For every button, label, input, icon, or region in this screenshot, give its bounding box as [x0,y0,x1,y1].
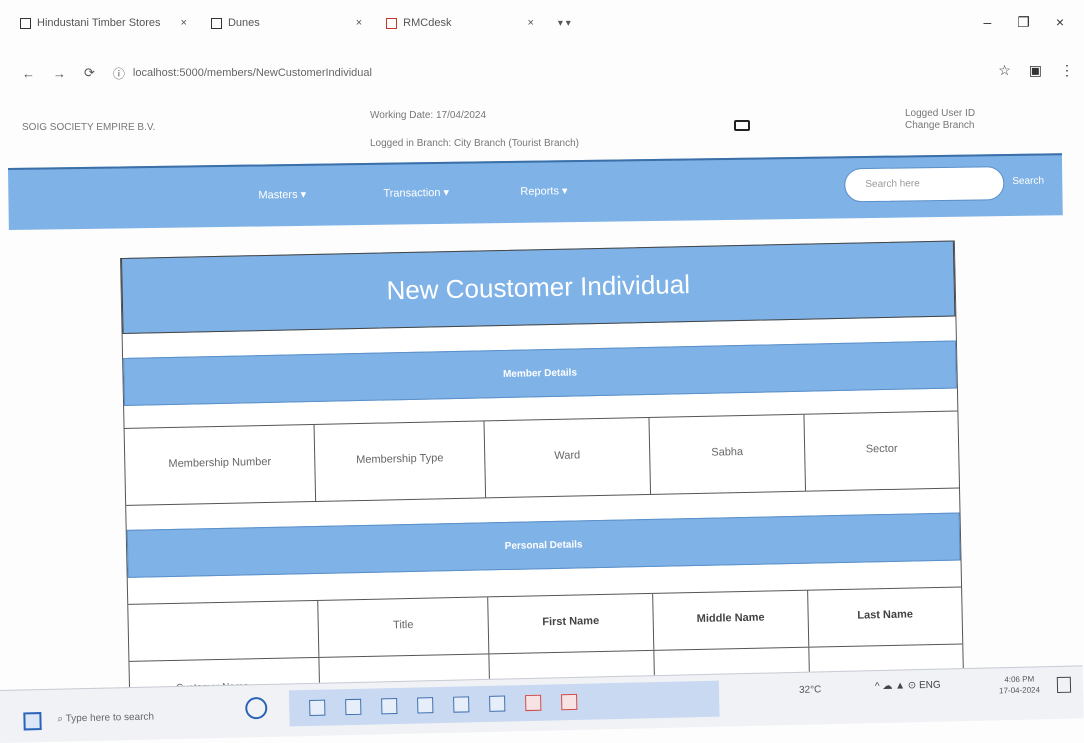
page-icon [210,17,222,29]
menu-masters[interactable]: Masters ▾ [258,188,306,202]
clock-date: 17-04-2024 [998,685,1041,696]
brand-name: SOIG SOCIETY EMPIRE B.V. [22,122,156,133]
system-tray[interactable]: ^ ☁ ▲ ⊙ ENG [875,680,941,692]
tab-label: Hindustani Timber Stores [37,17,161,29]
close-tab-icon[interactable]: × [527,17,533,29]
title-header: Title [318,597,490,657]
app-header: SOIG SOCIETY EMPIRE B.V. Working Date: 1… [0,100,1084,158]
window-controls: – ❐ × [983,14,1064,31]
customer-form: New Coustomer Individual Member Details … [120,240,965,702]
taskbar-apps [288,680,720,727]
close-tab-icon[interactable]: × [356,17,362,29]
tab-label: RMCdesk [403,17,452,29]
pdf-app-icon[interactable] [561,693,578,711]
taskbar-search-placeholder: Type here to search [65,711,155,725]
browser-tab-3[interactable]: RMCdesk × [386,9,534,37]
calculator-icon[interactable] [489,695,506,712]
address-bar: ← → ⟳ ⓘ localhost:5000/members/NewCustom… [0,56,1084,90]
store-icon[interactable] [381,697,398,715]
address-bar-actions: ☆ ▣ ⋮ [998,62,1074,79]
member-details-row: Membership Number Membership Type Ward S… [124,410,960,506]
file-explorer-icon[interactable] [345,698,362,716]
close-tab-icon[interactable]: × [181,17,187,29]
tab-overflow-arrows[interactable]: ▾ ▾ [558,18,571,29]
weather-widget[interactable]: 32°C [799,684,822,696]
membership-number-field[interactable]: Membership Number [124,424,317,505]
browser-tab-2[interactable]: Dunes × [210,9,362,37]
office-icon[interactable] [525,694,542,712]
search-input[interactable]: Search here [844,166,1005,203]
branch-info: Logged in Branch: City Branch (Tourist B… [370,138,579,149]
sabha-field[interactable]: Sabha [649,414,807,494]
taskbar-search[interactable]: ⌕ Type here to search [57,700,238,734]
main-navbar: Masters ▾ Transaction ▾ Reports ▾ Search… [8,153,1063,230]
forward-icon[interactable]: → [53,66,66,81]
last-name-header: Last Name [857,608,914,622]
start-icon[interactable] [23,712,42,731]
search-button[interactable]: Search [1012,176,1044,187]
back-icon[interactable]: ← [22,66,35,81]
sector-field[interactable]: Sector [804,411,959,490]
logged-user[interactable]: Logged User ID [905,108,975,120]
task-view-icon[interactable] [309,699,326,716]
card-icon[interactable] [734,120,750,131]
browser-tab-1[interactable]: Hindustani Timber Stores × [20,9,187,37]
minimize-icon[interactable]: – [983,14,991,31]
menu-reports[interactable]: Reports ▾ [520,184,567,198]
change-branch-link[interactable]: Change Branch [905,120,975,132]
ward-field[interactable]: Ward [484,417,652,498]
membership-type-field[interactable]: Membership Type [314,421,487,501]
user-info: Logged User ID Change Branch [905,108,975,132]
site-info-icon[interactable]: ⓘ [113,65,125,82]
cortana-icon[interactable] [245,696,268,720]
maximize-icon[interactable]: ❐ [1017,14,1030,31]
more-menu-icon[interactable]: ⋮ [1060,62,1074,79]
blank-header-cell [128,600,320,661]
first-name-header: First Name [488,593,655,654]
pdf-icon [386,17,398,29]
taskbar-clock[interactable]: 4:06 PM 17-04-2024 [999,673,1040,696]
member-details-header: Member Details [123,340,957,406]
extension-icon[interactable]: ▣ [1029,62,1042,79]
reload-icon[interactable]: ⟳ [84,65,95,81]
close-window-icon[interactable]: × [1056,14,1064,31]
page-icon [20,17,31,29]
bookmark-icon[interactable]: ☆ [998,62,1011,79]
edge-icon[interactable] [453,696,470,713]
working-date: Working Date: 17/04/2024 [370,110,487,121]
middle-name-header: Middle Name [653,590,810,650]
menu-transaction[interactable]: Transaction ▾ [383,186,449,200]
url-field[interactable]: localhost:5000/members/NewCustomerIndivi… [133,67,372,79]
form-title: New Coustomer Individual [120,240,956,334]
notification-icon[interactable] [1056,676,1072,694]
mail-icon[interactable] [417,697,434,714]
browser-tab-strip: Hindustani Timber Stores × Dunes × RMCde… [0,0,1084,46]
tab-label: Dunes [227,17,260,29]
personal-details-header: Personal Details [126,512,961,578]
